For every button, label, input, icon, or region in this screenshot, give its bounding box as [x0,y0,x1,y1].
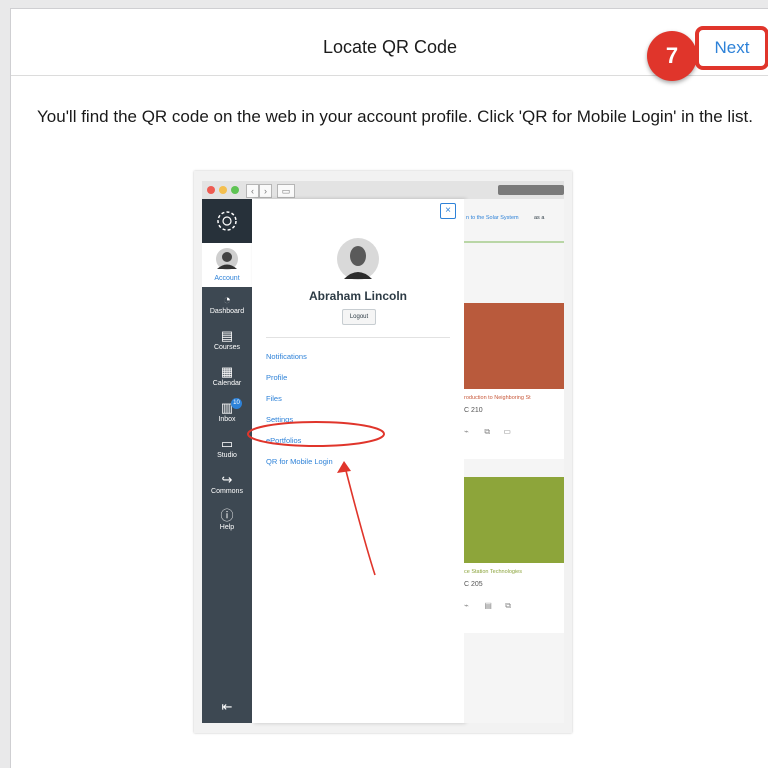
highlight-ellipse [247,421,385,447]
tutorial-window: Locate QR Code 7 Next You'll find the QR… [0,0,768,768]
next-button[interactable]: Next [695,26,768,70]
annotation-overlay [247,421,385,576]
step-badge: 7 [647,31,697,81]
header-divider [11,75,768,76]
annotation-arrow [343,462,376,576]
instruction-text: You'll find the QR code on the web in yo… [37,107,753,126]
arrow-head-icon [337,461,351,473]
embedded-screenshot: ‹ › ▭ Account ◔ Dashboard ▤ Courses ▦ Ca… [194,171,572,733]
